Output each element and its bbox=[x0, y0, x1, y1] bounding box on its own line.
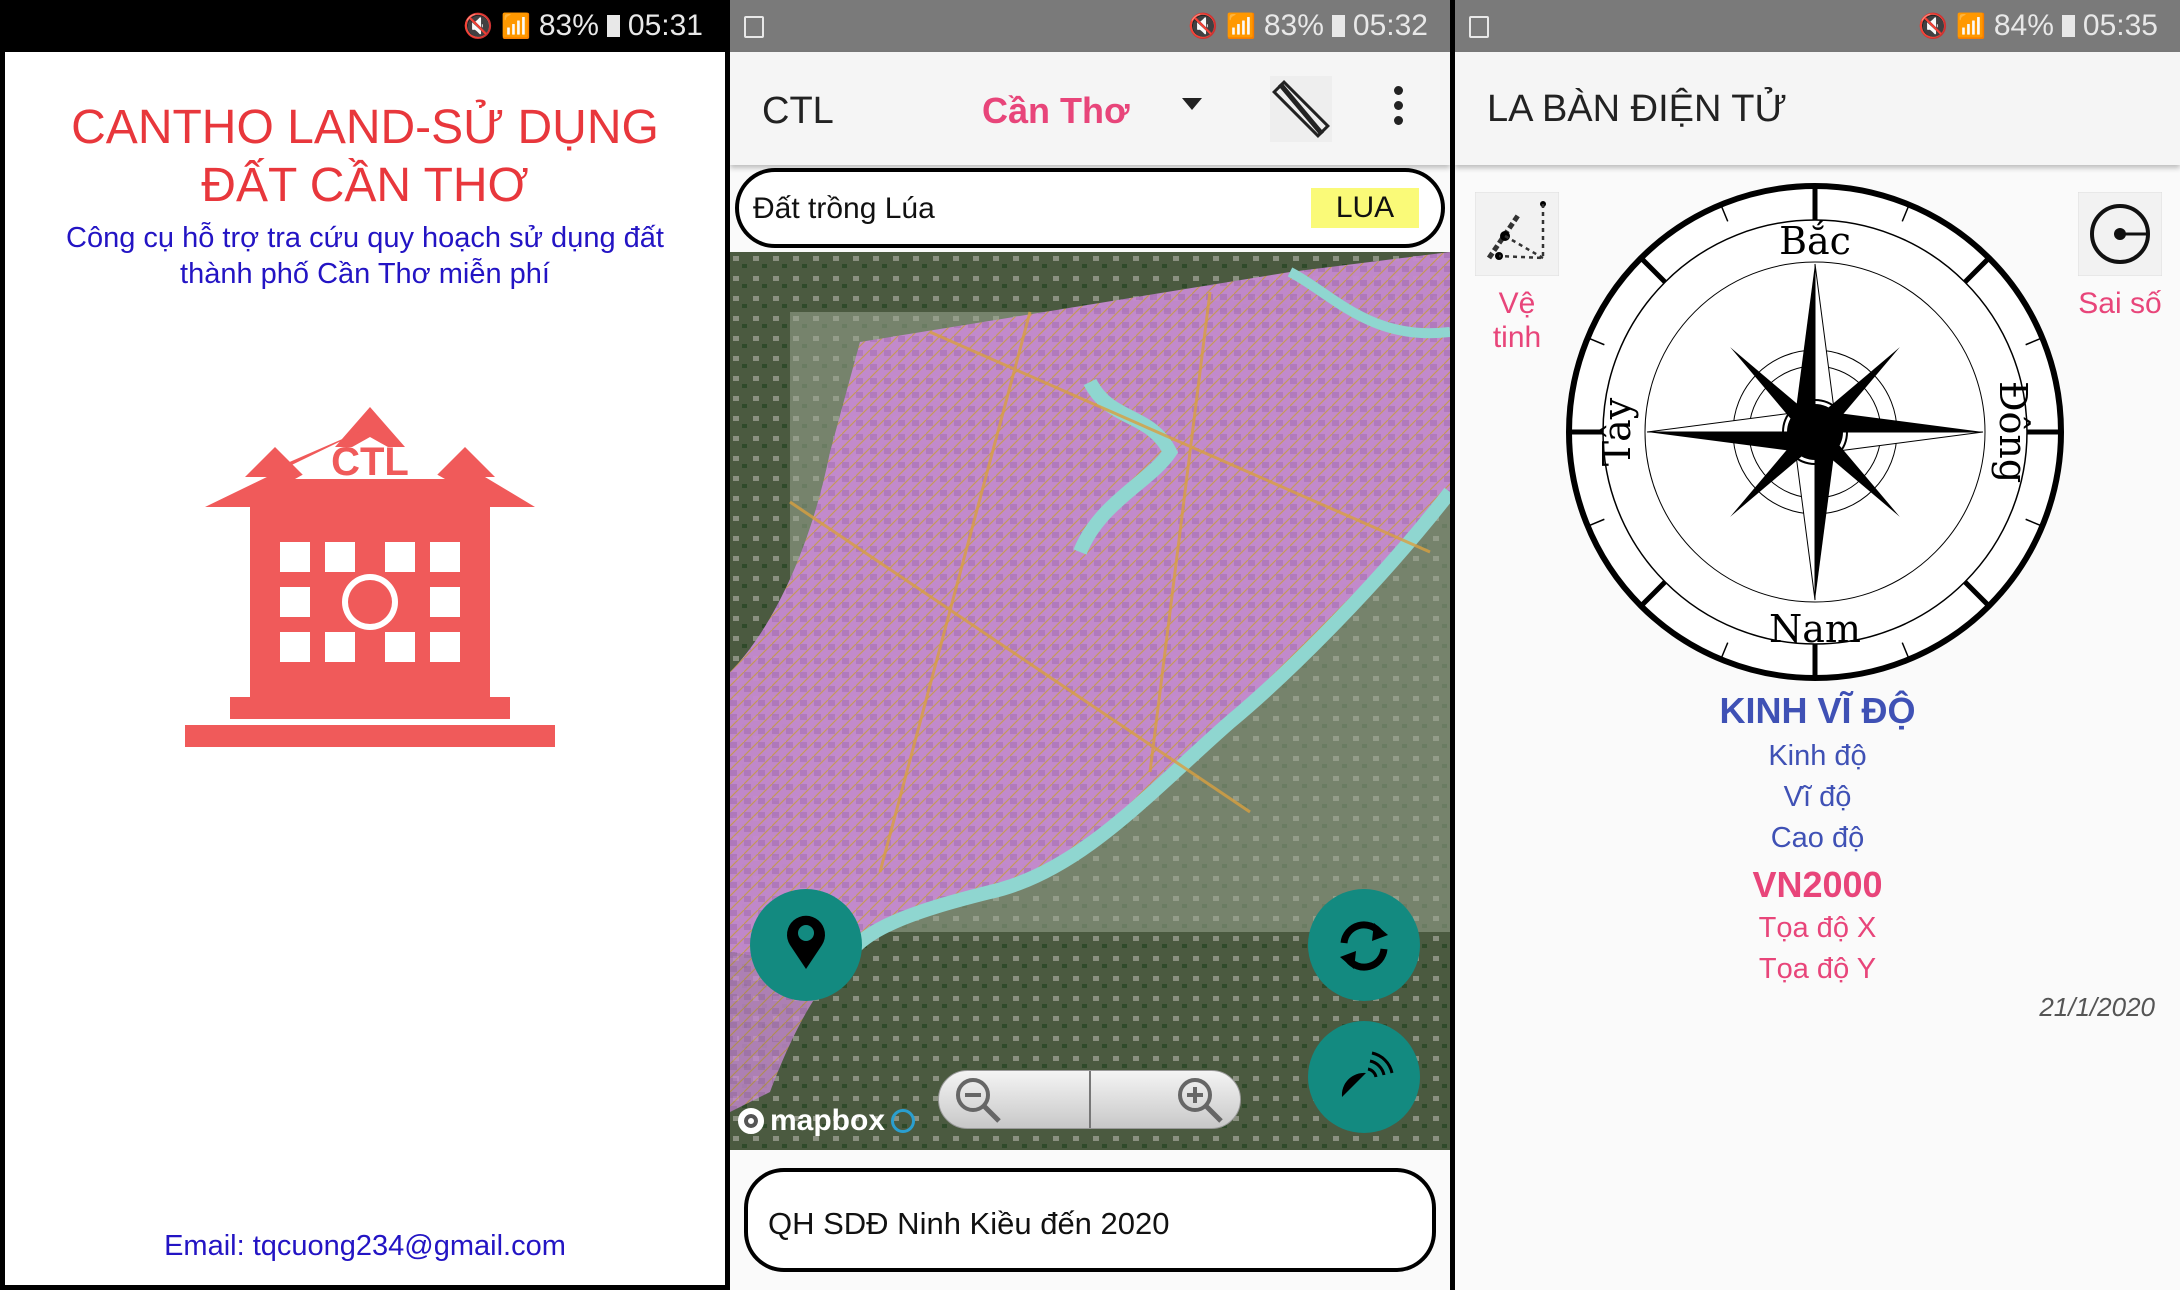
vn2000-heading: VN2000 bbox=[1752, 864, 1883, 905]
compass-west: Tây bbox=[1595, 397, 1639, 466]
location-pin-icon bbox=[787, 915, 825, 969]
map-canvas bbox=[730, 252, 1450, 1150]
accuracy-button[interactable]: Sai số bbox=[2070, 191, 2170, 322]
map-screen: 🔇 📶 83% 05:32 CTL Cần Thơ Đất trồng Lúa … bbox=[730, 0, 1450, 1290]
mute-icon: 🔇 bbox=[1188, 12, 1218, 40]
satellite-label-2: tinh bbox=[1492, 321, 1542, 354]
app-title-line1: CANTHO LAND-SỬ DỤNG bbox=[71, 101, 659, 154]
mapbox-logo-icon bbox=[738, 1108, 764, 1134]
app-title: LA BÀN ĐIỆN TỬ bbox=[1487, 88, 1787, 130]
geo-heading: KINH VĨ ĐỘ bbox=[1719, 690, 1916, 731]
satellite-layer-button[interactable] bbox=[1308, 1021, 1420, 1133]
compass-screen: 🔇 📶 84% 05:35 LA BÀN ĐIỆN TỬ Vệ tinh Sai… bbox=[1455, 0, 2180, 1290]
battery-level: 83% bbox=[1263, 9, 1324, 42]
contact-email[interactable]: Email: tqcuong234@gmail.com bbox=[5, 1230, 725, 1263]
accuracy-label: Sai số bbox=[2078, 287, 2162, 320]
wifi-icon: 📶 bbox=[500, 12, 531, 40]
mute-icon: 🔇 bbox=[1918, 12, 1948, 40]
map-view[interactable]: mapbox bbox=[730, 252, 1450, 1150]
splash-content: CANTHO LAND-SỬ DỤNG ĐẤT CẦN THƠ Công cụ … bbox=[5, 52, 725, 1285]
clock: 05:35 bbox=[2082, 9, 2158, 42]
status-bar: 🔇 📶 83% 05:31 bbox=[5, 0, 725, 52]
status-bar: 🔇 📶 83% 05:32 bbox=[730, 0, 1450, 52]
ctl-logo: CTL bbox=[185, 407, 555, 747]
splash-screen: 🔇 📶 83% 05:31 CANTHO LAND-SỬ DỤNG ĐẤT CẦ… bbox=[5, 0, 725, 1290]
mute-icon: 🔇 bbox=[463, 12, 493, 40]
subtitle-line2: thành phố Cần Thơ miễn phí bbox=[180, 258, 550, 290]
zoom-out-button[interactable] bbox=[939, 1071, 1091, 1128]
app-title-line2: ĐẤT CẦN THƠ bbox=[201, 159, 529, 212]
my-location-button[interactable] bbox=[750, 889, 862, 1001]
ruler-pencil-icon[interactable] bbox=[1270, 76, 1332, 142]
status-bar: 🔇 📶 84% 05:35 bbox=[1455, 0, 2180, 52]
date-label: 21/1/2020 bbox=[2039, 992, 2155, 1022]
coord-x-label: Tọa độ X bbox=[1758, 912, 1877, 944]
latitude-label: Vĩ độ bbox=[1783, 781, 1852, 813]
city-value: Cần Thơ bbox=[982, 90, 1130, 131]
mapbox-wordmark: mapbox bbox=[770, 1104, 886, 1137]
land-type-field[interactable]: Đất trồng Lúa LUA bbox=[735, 168, 1445, 248]
app-title: CTL bbox=[762, 90, 834, 132]
image-icon bbox=[744, 16, 764, 38]
refresh-icon bbox=[1340, 921, 1388, 971]
coord-y-label: Tọa độ Y bbox=[1758, 953, 1877, 985]
more-vert-icon[interactable] bbox=[1394, 86, 1404, 125]
target-icon bbox=[2077, 191, 2163, 277]
longitude-label: Kinh độ bbox=[1768, 740, 1867, 772]
subtitle-line1: Công cụ hỗ trợ tra cứu quy hoạch sử dụng… bbox=[66, 222, 664, 254]
battery-level: 83% bbox=[538, 9, 599, 42]
chevron-down-icon bbox=[1182, 98, 1202, 110]
zoom-in-button[interactable] bbox=[1091, 1071, 1241, 1128]
layer-name: QH SDĐ Ninh Kiều đến 2020 bbox=[768, 1206, 1170, 1241]
refresh-button[interactable] bbox=[1308, 889, 1420, 1001]
altitude-label: Cao độ bbox=[1770, 822, 1865, 854]
image-icon bbox=[1469, 16, 1489, 38]
wifi-icon: 📶 bbox=[1225, 12, 1256, 40]
compass-north: Bắc bbox=[1779, 219, 1851, 263]
app-bar: CTL Cần Thơ bbox=[730, 52, 1450, 165]
land-code-badge: LUA bbox=[1311, 188, 1419, 228]
battery-icon bbox=[606, 15, 620, 37]
zoom-out-icon bbox=[956, 1078, 1001, 1123]
app-bar: LA BÀN ĐIỆN TỬ bbox=[1455, 52, 2180, 165]
battery-level: 84% bbox=[1993, 9, 2054, 42]
battery-icon bbox=[2061, 15, 2075, 37]
satellite-button[interactable]: Vệ tinh bbox=[1473, 191, 1561, 357]
satellite-dish-icon bbox=[1341, 1051, 1394, 1097]
info-icon[interactable] bbox=[891, 1109, 916, 1133]
satellite-label-1: Vệ bbox=[1498, 287, 1536, 320]
zoom-in-icon bbox=[1177, 1078, 1223, 1123]
city-dropdown[interactable]: Cần Thơ bbox=[950, 88, 1250, 138]
land-type-label: Đất trồng Lúa bbox=[753, 192, 935, 225]
wifi-icon: 📶 bbox=[1955, 12, 1986, 40]
layer-selector[interactable]: QH SDĐ Ninh Kiều đến 2020 bbox=[744, 1168, 1436, 1272]
clock: 05:32 bbox=[1352, 9, 1428, 42]
satellite-icon bbox=[1474, 191, 1560, 277]
svg-text:CTL: CTL bbox=[331, 440, 409, 484]
compass-east: Đông bbox=[1991, 381, 2035, 483]
battery-icon bbox=[1331, 15, 1345, 37]
clock: 05:31 bbox=[627, 9, 703, 42]
compass-dial: Bắc Nam Đông Tây bbox=[1566, 183, 2064, 681]
mapbox-attribution[interactable]: mapbox bbox=[738, 1104, 916, 1138]
zoom-control bbox=[938, 1070, 1241, 1129]
compass-south: Nam bbox=[1769, 607, 1861, 651]
